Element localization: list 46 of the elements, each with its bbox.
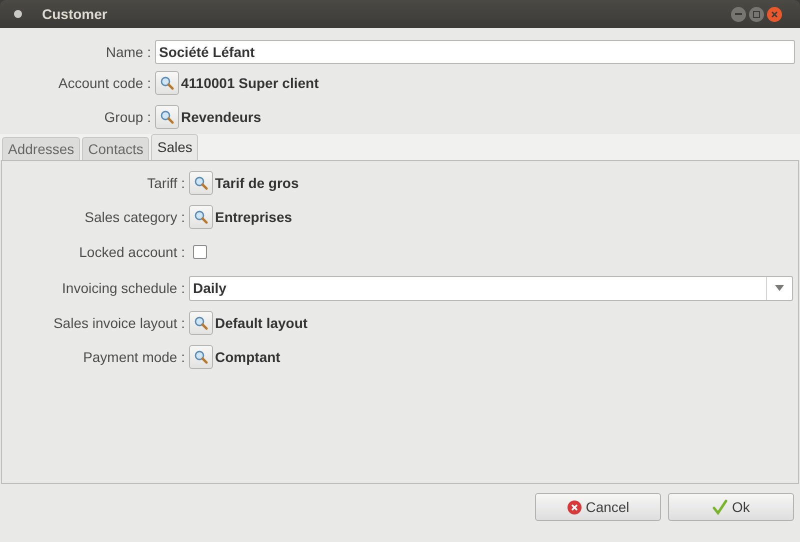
magnifier-icon [160,110,174,124]
lookup-button[interactable] [155,105,179,129]
window-title: Customer [42,4,108,24]
field-label: Sales category : [84,208,186,227]
checkmark-icon [712,499,728,515]
maximize-icon [753,10,760,18]
magnifier-icon [194,210,208,224]
lookup-button[interactable] [155,71,179,95]
field-label: Tariff : [146,174,186,192]
checkbox[interactable] [193,245,207,259]
dropdown-field[interactable]: Daily [189,276,793,300]
magnifier-icon [194,176,208,190]
close-icon [771,10,778,18]
field-label: Sales invoice layout : [52,314,186,333]
ok-button[interactable]: Ok [668,493,794,521]
field-value: Tarif de gros [215,174,299,193]
tab[interactable]: Sales [151,134,198,160]
field-label: Account code : [57,74,152,92]
caret-icon [775,285,784,291]
close-button[interactable] [767,6,782,22]
field-value: Revendeurs [181,108,262,126]
magnifier-icon [194,316,208,330]
magnifier-icon [160,76,174,90]
lookup-button[interactable] [189,345,213,369]
field-value: 4110001 Super client [181,74,319,93]
cancel-button[interactable]: Cancel [535,493,661,521]
field-value: Entreprises [215,208,292,227]
cancel-icon [566,500,582,514]
field-label: Name : [104,42,152,62]
window-menu-icon[interactable] [14,10,22,18]
field-label: Group : [103,108,152,127]
name-field[interactable]: Société Léfant [155,40,795,64]
maximize-button[interactable] [749,6,764,22]
lookup-button[interactable] [189,311,213,335]
minimize-button[interactable] [731,6,746,22]
lookup-button[interactable] [189,205,213,229]
field-label: Payment mode : [82,348,186,367]
field-value: Default layout [215,314,308,333]
magnifier-icon [194,350,208,364]
tab[interactable]: Addresses [2,137,80,160]
field-label: Locked account : [78,242,186,262]
field-value: Comptant [215,348,280,367]
tab[interactable]: Contacts [82,137,150,160]
minimize-icon [735,13,742,15]
field-label: Invoicing schedule : [61,278,186,298]
lookup-button[interactable] [189,171,213,195]
